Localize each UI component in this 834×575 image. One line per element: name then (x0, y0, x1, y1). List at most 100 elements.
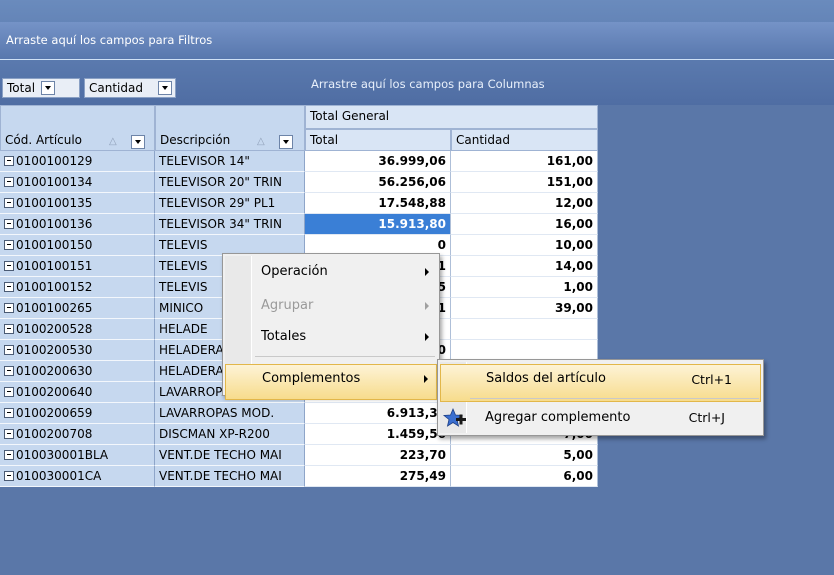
submenu-item-agregar[interactable]: Agregar complemento Ctrl+J (440, 404, 761, 436)
cell-cantidad[interactable]: 161,00 (451, 151, 598, 172)
column-group-header[interactable]: Total General (305, 105, 598, 129)
menu-item-operacion[interactable]: Operación (225, 258, 437, 290)
cell-cantidad[interactable]: 12,00 (451, 193, 598, 214)
table-row-header[interactable]: 0100200659 (0, 403, 155, 424)
table-row-header[interactable]: 0100100152 (0, 277, 155, 298)
table-row-header[interactable]: 0100100150 (0, 235, 155, 256)
collapse-icon[interactable] (4, 282, 14, 292)
table-row-header[interactable]: 0100100135 (0, 193, 155, 214)
column-header-cantidad[interactable]: Cantidad (451, 129, 598, 151)
row-description[interactable]: TELEVISOR 34" TRIN (155, 214, 305, 235)
collapse-icon[interactable] (4, 387, 14, 397)
menu-item-complementos[interactable]: Complementos (225, 364, 437, 400)
cell-cantidad[interactable] (451, 319, 598, 340)
chevron-down-icon[interactable] (279, 135, 293, 149)
field-cantidad-button[interactable]: Cantidad (84, 78, 176, 98)
table-row-header[interactable]: 0100200640 (0, 382, 155, 403)
cell-total[interactable]: 56.256,06 (305, 172, 451, 193)
row-description[interactable]: TELEVISOR 20" TRIN (155, 172, 305, 193)
table-row-header[interactable]: 010030001CA (0, 466, 155, 487)
table-row-header[interactable]: 0100200630 (0, 361, 155, 382)
row-code: 0100200630 (16, 364, 93, 378)
row-code: 0100200659 (16, 406, 93, 420)
cell-total[interactable]: 1.459,56 (305, 424, 451, 445)
collapse-icon[interactable] (4, 408, 14, 418)
submenu-item-saldos[interactable]: Saldos del artículo Ctrl+1 (440, 364, 761, 402)
submenu-item-agregar-label: Agregar complemento (485, 410, 631, 425)
cell-total[interactable]: 17.548,88 (305, 193, 451, 214)
chevron-down-icon[interactable] (158, 81, 172, 95)
row-header-description-label: Descripción (160, 133, 231, 147)
collapse-icon[interactable] (4, 219, 14, 229)
cell-cantidad[interactable]: 1,00 (451, 277, 598, 298)
row-code: 0100100150 (16, 238, 93, 252)
row-description[interactable]: DISCMAN XP-R200 (155, 424, 305, 445)
collapse-icon[interactable] (4, 198, 14, 208)
chevron-down-icon[interactable] (131, 135, 145, 149)
row-code: 0100200528 (16, 322, 93, 336)
cell-cantidad[interactable]: 5,00 (451, 445, 598, 466)
table-row-header[interactable]: 0100200530 (0, 340, 155, 361)
collapse-icon[interactable] (4, 450, 14, 460)
menu-item-totales[interactable]: Totales (225, 323, 437, 355)
row-header-code-label: Cód. Artículo (5, 133, 83, 147)
collapse-icon[interactable] (4, 324, 14, 334)
table-row-header[interactable]: 0100200708 (0, 424, 155, 445)
table-row-header[interactable]: 0100100136 (0, 214, 155, 235)
row-description[interactable]: VENT.DE TECHO MAI (155, 466, 305, 487)
row-description[interactable]: LAVARROPAS MOD. (155, 403, 305, 424)
cell-cantidad[interactable]: 14,00 (451, 256, 598, 277)
cell-total[interactable]: 36.999,06 (305, 151, 451, 172)
collapse-icon[interactable] (4, 240, 14, 250)
row-description[interactable]: TELEVISOR 14" (155, 151, 305, 172)
table-row-header[interactable]: 0100100151 (0, 256, 155, 277)
field-total-button[interactable]: Total (2, 78, 80, 98)
row-description[interactable]: VENT.DE TECHO MAI (155, 445, 305, 466)
table-row-header[interactable]: 0100100265 (0, 298, 155, 319)
chevron-right-icon (424, 375, 428, 383)
row-code: 010030001BLA (16, 448, 109, 462)
filter-area-label: Arraste aquí los campos para Filtros (6, 33, 213, 47)
row-header-description[interactable]: Descripción △ (155, 105, 305, 151)
table-row-header[interactable]: 010030001BLA (0, 445, 155, 466)
cell-cantidad[interactable]: 151,00 (451, 172, 598, 193)
row-code: 0100100265 (16, 301, 93, 315)
data-field-area: Total Cantidad (0, 61, 305, 105)
column-drop-area[interactable]: Arrastre aquí los campos para Columnas (305, 61, 834, 105)
collapse-icon[interactable] (4, 429, 14, 439)
star-plus-icon (442, 407, 466, 427)
menu-item-totales-label: Totales (261, 329, 307, 344)
column-header-total-label: Total (310, 133, 339, 147)
row-description[interactable]: TELEVISOR 29" PL1 (155, 193, 305, 214)
sort-asc-icon: △ (109, 136, 117, 147)
chevron-right-icon (425, 333, 429, 341)
menu-separator (255, 356, 435, 357)
cell-cantidad[interactable]: 16,00 (451, 214, 598, 235)
collapse-icon[interactable] (4, 366, 14, 376)
cell-cantidad[interactable] (451, 340, 598, 361)
filter-drop-area[interactable]: Arraste aquí los campos para Filtros (0, 22, 834, 60)
collapse-icon[interactable] (4, 261, 14, 271)
collapse-icon[interactable] (4, 471, 14, 481)
menu-item-agrupar-label: Agrupar (261, 298, 314, 313)
collapse-icon[interactable] (4, 345, 14, 355)
cell-cantidad[interactable]: 39,00 (451, 298, 598, 319)
column-header-total[interactable]: Total (305, 129, 451, 151)
row-header-code[interactable]: Cód. Artículo △ (0, 105, 155, 151)
column-group-label: Total General (310, 109, 390, 123)
table-row-header[interactable]: 0100200528 (0, 319, 155, 340)
collapse-icon[interactable] (4, 303, 14, 313)
chevron-right-icon (425, 302, 429, 310)
table-row-header[interactable]: 0100100134 (0, 172, 155, 193)
cell-total[interactable]: 275,49 (305, 466, 451, 487)
collapse-icon[interactable] (4, 177, 14, 187)
cell-total[interactable]: 15.913,80 (305, 214, 451, 235)
cell-cantidad[interactable]: 6,00 (451, 466, 598, 487)
chevron-down-icon[interactable] (41, 81, 55, 95)
cell-total[interactable]: 223,70 (305, 445, 451, 466)
cell-total[interactable]: 6.913,38 (305, 403, 451, 424)
row-code: 0100100129 (16, 154, 93, 168)
cell-cantidad[interactable]: 10,00 (451, 235, 598, 256)
collapse-icon[interactable] (4, 156, 14, 166)
table-row-header[interactable]: 0100100129 (0, 151, 155, 172)
